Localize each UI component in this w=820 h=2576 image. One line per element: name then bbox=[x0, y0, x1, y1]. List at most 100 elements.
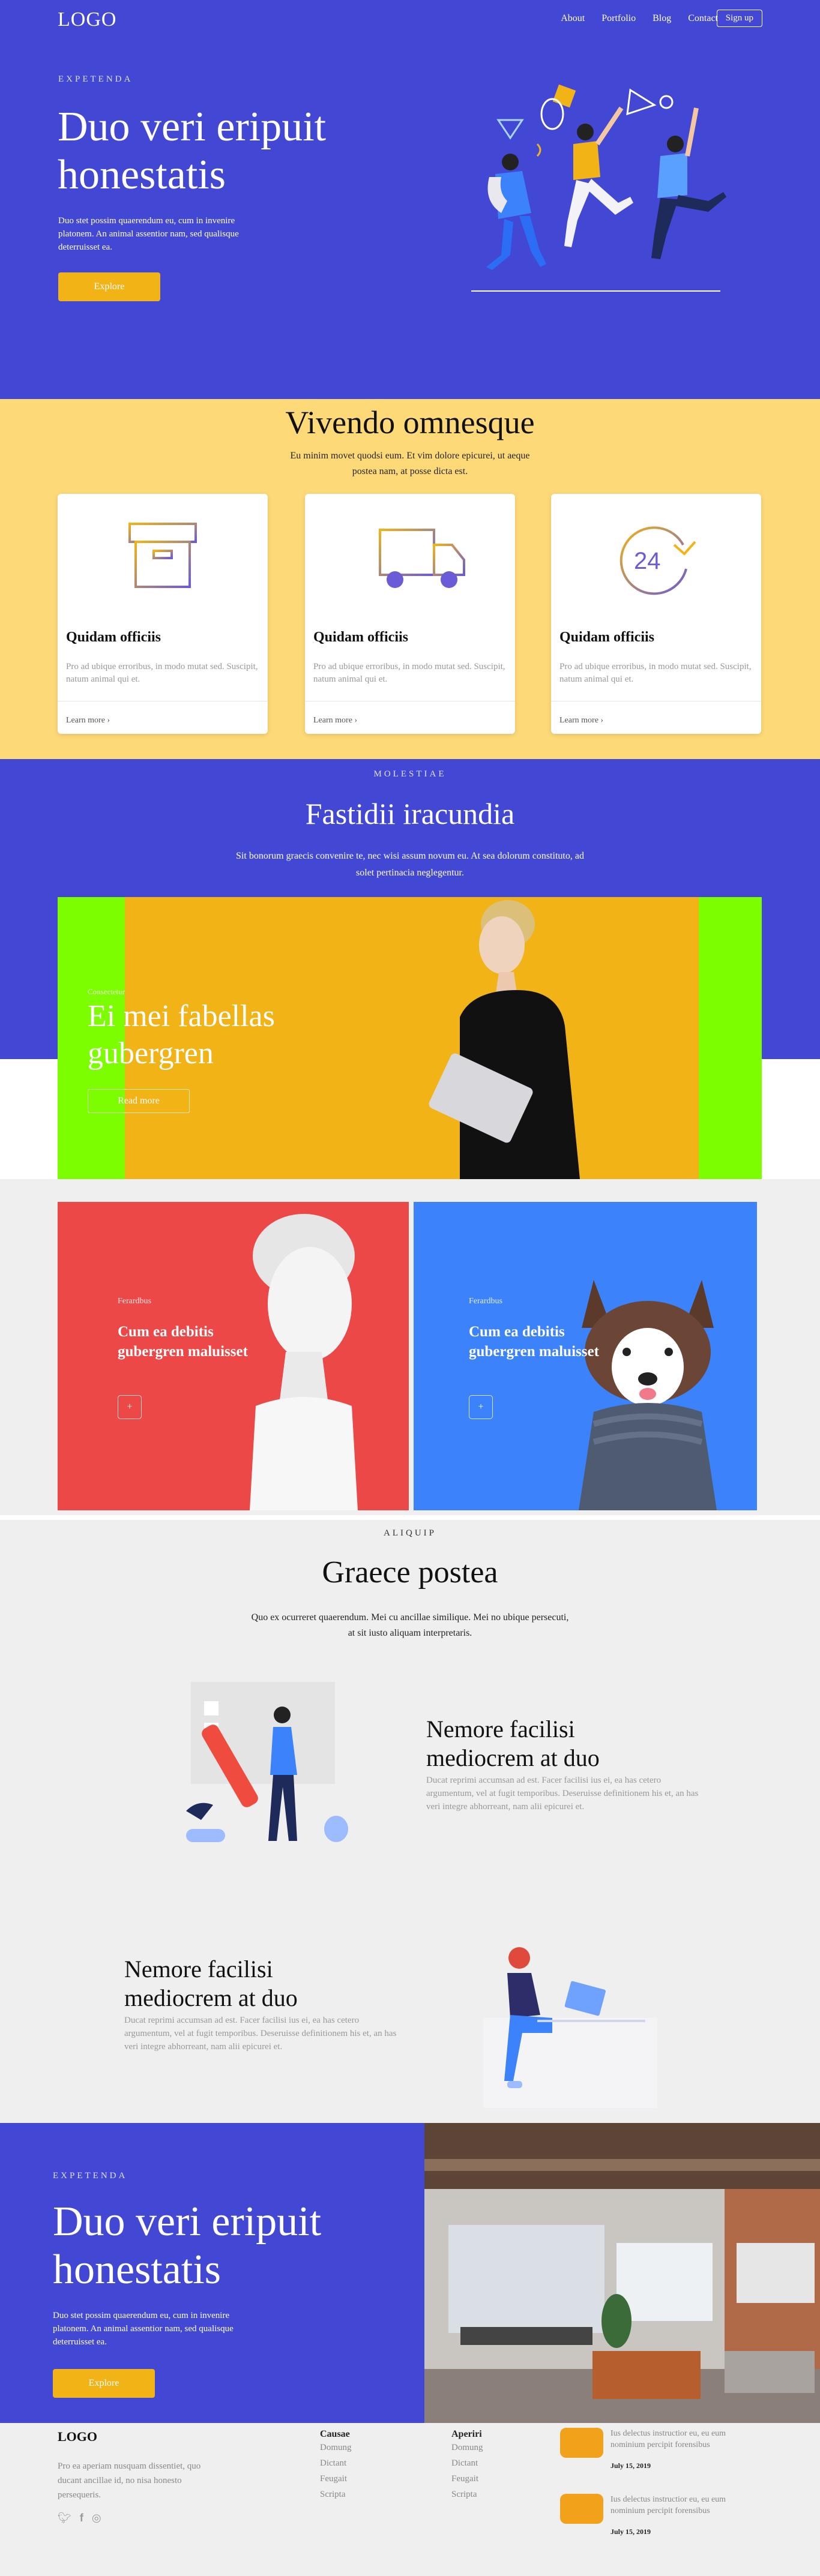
footer-link[interactable]: Scripta bbox=[451, 2487, 483, 2502]
promo-tile-small: Ferardbus bbox=[469, 1297, 502, 1306]
plus-button[interactable]: + bbox=[469, 1395, 493, 1419]
service-card-title: Quidam officiis bbox=[559, 629, 655, 645]
feature-text: Ducat reprimi accumsan ad est. Facer fac… bbox=[426, 1776, 699, 1812]
showcase-kicker: MOLESTIAE bbox=[373, 769, 447, 779]
footer-link[interactable]: Domung bbox=[451, 2440, 483, 2455]
chevron-right-icon: › bbox=[354, 716, 358, 725]
footer-link[interactable]: Dictant bbox=[320, 2455, 352, 2471]
banner-title: Ei mei fabellas gubergren bbox=[88, 998, 275, 1072]
nav-contact[interactable]: Contact bbox=[688, 13, 718, 24]
service-card: Quidam officiis Pro ad ubique erroribus,… bbox=[58, 494, 268, 734]
footer-column-title: Causae bbox=[320, 2429, 350, 2439]
features-kicker: ALIQUIP bbox=[384, 1528, 436, 1538]
service-card-text: Pro ad ubique erroribus, in modo mutat s… bbox=[313, 662, 505, 684]
service-card: Quidam officiis Pro ad ubique erroribus,… bbox=[305, 494, 515, 734]
cta-kicker: EXPETENDA bbox=[53, 2171, 128, 2181]
learn-more-label: Learn more bbox=[313, 716, 352, 725]
services-subtitle: Eu minim movet quodsi eum. Et vim dolore… bbox=[290, 451, 530, 476]
banner-green-right bbox=[699, 897, 762, 1179]
feature-text: Ducat reprimi accumsan ad est. Facer fac… bbox=[124, 2016, 397, 2052]
instagram-icon[interactable]: ◎ bbox=[92, 2512, 101, 2524]
feature-title: Nemore facilisi mediocrem at duo bbox=[426, 1716, 600, 1771]
hero-section: LOGO About Portfolio Blog Contact Sign u… bbox=[0, 0, 820, 399]
chevron-right-icon: › bbox=[107, 716, 110, 725]
cta-explore-button[interactable]: Explore bbox=[53, 2369, 155, 2398]
clock-24-icon: 24 bbox=[620, 526, 696, 595]
footer-column-title: Aperiri bbox=[451, 2429, 482, 2439]
footer-column: Causae Domung Dictant Feugait Scripta bbox=[320, 2429, 352, 2502]
learn-more-label: Learn more bbox=[66, 716, 105, 725]
recent-post[interactable]: Ius delectus instructior eu, eu eum nomi… bbox=[560, 2494, 764, 2542]
banner-small-label: Consectetur bbox=[88, 987, 125, 996]
services-title: Vivendo omnesque bbox=[285, 404, 535, 440]
read-more-button[interactable]: Read more bbox=[88, 1089, 190, 1113]
features-section: ALIQUIP Graece postea Quo ex ocurreret q… bbox=[0, 1520, 820, 2123]
learn-more-link[interactable]: Learn more › bbox=[313, 716, 357, 725]
footer: LOGO Pro ea aperiam nusquam dissentiet, … bbox=[0, 2423, 820, 2576]
facebook-icon[interactable]: f bbox=[80, 2512, 83, 2524]
banner-title-line1: Ei mei fabellas bbox=[88, 999, 275, 1033]
learn-more-link[interactable]: Learn more › bbox=[559, 716, 603, 725]
post-date: July 15, 2019 bbox=[610, 2461, 651, 2470]
footer-link[interactable]: Domung bbox=[320, 2440, 352, 2455]
feature-title: Nemore facilisi mediocrem at duo bbox=[124, 1956, 298, 2011]
promo-tile-small: Ferardbus bbox=[118, 1297, 151, 1306]
showcase-title: Fastidii iracundia bbox=[305, 797, 515, 830]
features-title: Graece postea bbox=[322, 1555, 498, 1590]
footer-link[interactable]: Feugait bbox=[320, 2471, 352, 2487]
learn-more-link[interactable]: Learn more › bbox=[66, 716, 110, 725]
service-card-text: Pro ad ubique erroribus, in modo mutat s… bbox=[559, 662, 752, 684]
service-card-title: Quidam officiis bbox=[313, 629, 409, 645]
hero-explore-button[interactable]: Explore bbox=[58, 272, 160, 301]
post-thumbnail bbox=[560, 2428, 603, 2458]
hero-text: Duo stet possim quaerendum eu, cum in in… bbox=[58, 216, 239, 252]
woman-with-laptop-image bbox=[429, 900, 580, 1179]
husky-dog-image bbox=[579, 1280, 717, 1510]
cta-title-line1: Duo veri eripuit bbox=[53, 2199, 322, 2245]
nav-about[interactable]: About bbox=[561, 13, 585, 24]
top-navbar: LOGO About Portfolio Blog Contact Sign u… bbox=[0, 0, 820, 42]
cta-section: EXPETENDA Duo veri eripuit honestatis Du… bbox=[0, 2123, 820, 2423]
hero-kicker: EXPETENDA bbox=[58, 74, 133, 84]
office-interior-image bbox=[424, 2123, 820, 2423]
footer-link[interactable]: Dictant bbox=[451, 2455, 483, 2471]
recent-post[interactable]: Ius delectus instructior eu, eu eum nomi… bbox=[560, 2428, 764, 2476]
features-subtitle: Quo ex ocurreret quaerendum. Mei cu anci… bbox=[251, 1612, 569, 1638]
nav-blog[interactable]: Blog bbox=[653, 13, 671, 24]
banner-title-line2: gubergren bbox=[88, 1036, 214, 1070]
site-logo[interactable]: LOGO bbox=[58, 8, 116, 31]
service-card: 24 Quidam officiis Pro ad ubique errorib… bbox=[551, 494, 761, 734]
footer-link[interactable]: Feugait bbox=[451, 2471, 483, 2487]
promo-tile[interactable]: Ferardbus Cum ea debitis gubergren malui… bbox=[58, 1202, 409, 1510]
post-title: Ius delectus instructior eu, eu eum nomi… bbox=[610, 2495, 726, 2515]
woman-with-pencil-illustration bbox=[186, 1682, 348, 1842]
featured-banner: Consectetur Ei mei fabellas gubergren Re… bbox=[58, 897, 762, 1179]
cta-title: Duo veri eripuit honestatis bbox=[53, 2198, 321, 2294]
plus-button[interactable]: + bbox=[118, 1395, 142, 1419]
showcase-subtitle: Sit bonorum graecis convenire te, nec wi… bbox=[236, 851, 584, 878]
nav-portfolio[interactable]: Portfolio bbox=[601, 13, 636, 24]
signup-button[interactable]: Sign up bbox=[716, 10, 762, 27]
promo-tile-title: Cum ea debitis gubergren maluisset bbox=[118, 1324, 248, 1360]
clock-24-label: 24 bbox=[634, 548, 661, 574]
service-card-text: Pro ad ubique erroribus, in modo mutat s… bbox=[66, 662, 258, 684]
promo-tile-title: Cum ea debitis gubergren maluisset bbox=[469, 1324, 599, 1360]
promo-tile[interactable]: Ferardbus Cum ea debitis gubergren malui… bbox=[414, 1202, 757, 1510]
hero-title-line1: Duo veri eripuit bbox=[58, 104, 327, 150]
footer-logo[interactable]: LOGO bbox=[58, 2429, 97, 2445]
woman-with-laptop-illustration bbox=[483, 1947, 657, 2108]
hero-title-line2: honestatis bbox=[58, 152, 226, 198]
main-menu: About Portfolio Blog Contact bbox=[561, 13, 718, 24]
footer-link[interactable]: Scripta bbox=[320, 2487, 352, 2502]
hero-title: Duo veri eripuit honestatis bbox=[58, 103, 326, 199]
truck-icon bbox=[353, 529, 465, 588]
post-date: July 15, 2019 bbox=[610, 2527, 651, 2536]
service-card-title: Quidam officiis bbox=[66, 629, 161, 645]
post-thumbnail bbox=[560, 2494, 603, 2524]
footer-about-text: Pro ea aperiam nusquam dissentiet, quo d… bbox=[58, 2461, 201, 2500]
box-icon bbox=[128, 523, 197, 588]
social-icons: 🐦︎ f ◎ bbox=[58, 2512, 101, 2524]
twitter-icon[interactable]: 🐦︎ bbox=[58, 2512, 71, 2524]
chevron-right-icon: › bbox=[600, 716, 604, 725]
cta-title-line2: honestatis bbox=[53, 2247, 221, 2293]
